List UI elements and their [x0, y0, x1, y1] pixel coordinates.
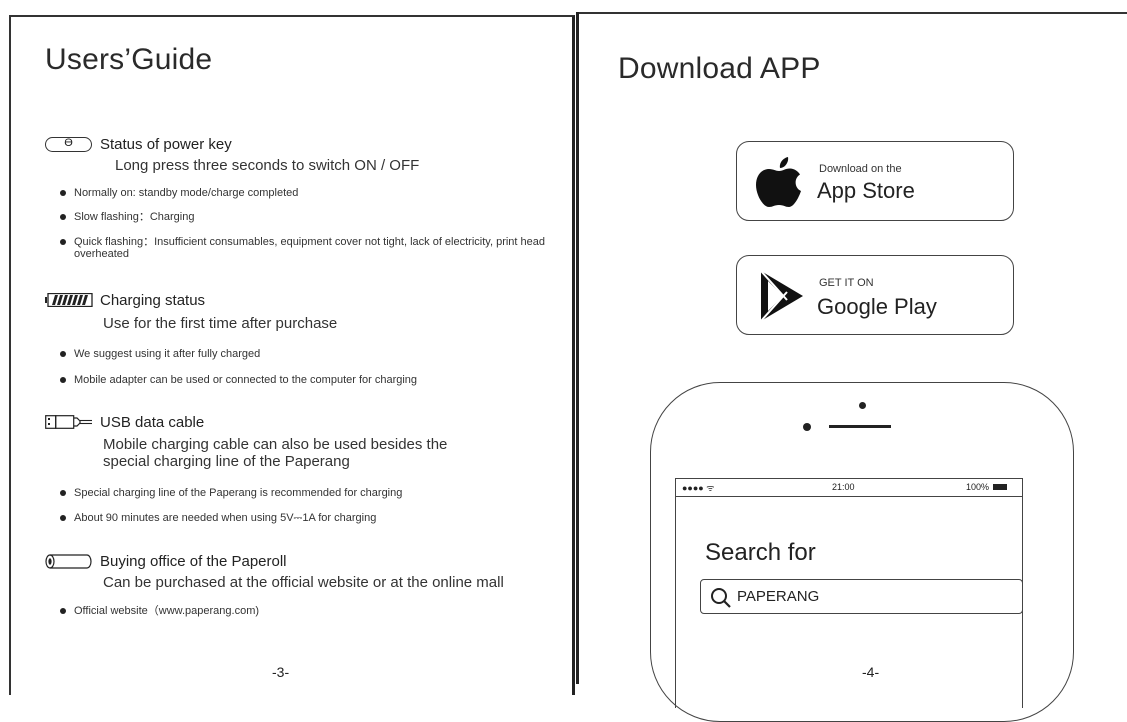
- page-title-download-app: Download APP: [618, 52, 821, 85]
- power-bullet-2: Slow flashing：Charging: [60, 211, 554, 223]
- paperoll-bullet-1: Official website（www.paperang.com): [60, 605, 574, 617]
- app-store-small-text: Download on the: [819, 163, 902, 175]
- paper-roll-icon: [45, 554, 92, 569]
- page-number-left: -3-: [272, 664, 290, 680]
- charging-section-subtitle: Use for the first time after purchase: [103, 315, 338, 332]
- phone-battery-icon: [993, 484, 1007, 490]
- search-input[interactable]: PAPERANG: [700, 579, 1023, 614]
- page-divider: [576, 12, 579, 684]
- google-play-button[interactable]: GET IT ON Google Play: [736, 255, 1014, 335]
- signal-wifi-indicator: ●●●● ᯤ: [682, 483, 715, 493]
- google-play-icon: [760, 270, 803, 322]
- usb-bullet-2: About 90 minutes are needed when using 5…: [60, 512, 574, 524]
- usb-bullet-1: Special charging line of the Paperang is…: [60, 487, 574, 499]
- charging-section-title: Charging status: [100, 292, 206, 309]
- battery-percent: 100%: [966, 482, 990, 492]
- charging-bullet-1: We suggest using it after fully charged: [60, 348, 574, 360]
- paperoll-section-subtitle: Can be purchased at the official website…: [103, 574, 504, 591]
- usb-cable-icon: [45, 415, 92, 429]
- phone-camera: [859, 402, 866, 409]
- page-title-users-guide: Users’Guide: [45, 43, 213, 76]
- search-icon: [711, 588, 731, 608]
- charging-bullet-2: Mobile adapter can be used or connected …: [60, 374, 574, 386]
- search-value: PAPERANG: [737, 588, 820, 605]
- phone-screen: ●●●● ᯤ 21:00 100% Search for PAPERANG: [675, 478, 1023, 708]
- phone-time: 21:00: [832, 482, 855, 492]
- power-key-icon: ϴ: [45, 137, 92, 152]
- search-label: Search for: [705, 539, 816, 566]
- power-section-title: Status of power key: [100, 136, 232, 153]
- google-play-big-text: Google Play: [817, 294, 937, 319]
- right-page-frame-top: [578, 12, 1127, 14]
- phone-sensor: [803, 423, 811, 431]
- battery-icon: [45, 293, 93, 307]
- phone-status-bar: ●●●● ᯤ 21:00 100%: [676, 479, 1022, 497]
- google-play-small-text: GET IT ON: [819, 277, 874, 289]
- usb-section-title: USB data cable: [100, 414, 205, 431]
- apple-logo-icon: [756, 157, 801, 207]
- usb-section-subtitle: Mobile charging cable can also be used b…: [103, 436, 448, 470]
- app-store-button[interactable]: Download on the App Store: [736, 141, 1014, 221]
- phone-speaker: [829, 425, 891, 428]
- app-store-big-text: App Store: [817, 178, 915, 203]
- power-section-subtitle: Long press three seconds to switch ON / …: [115, 157, 420, 174]
- power-bullet-1: Normally on: standby mode/charge complet…: [60, 187, 554, 199]
- power-bullet-3: Quick flashing：Insufficient consumables,…: [60, 236, 554, 260]
- page-number-right: -4-: [862, 664, 880, 680]
- paperoll-section-title: Buying office of the Paperoll: [100, 553, 287, 570]
